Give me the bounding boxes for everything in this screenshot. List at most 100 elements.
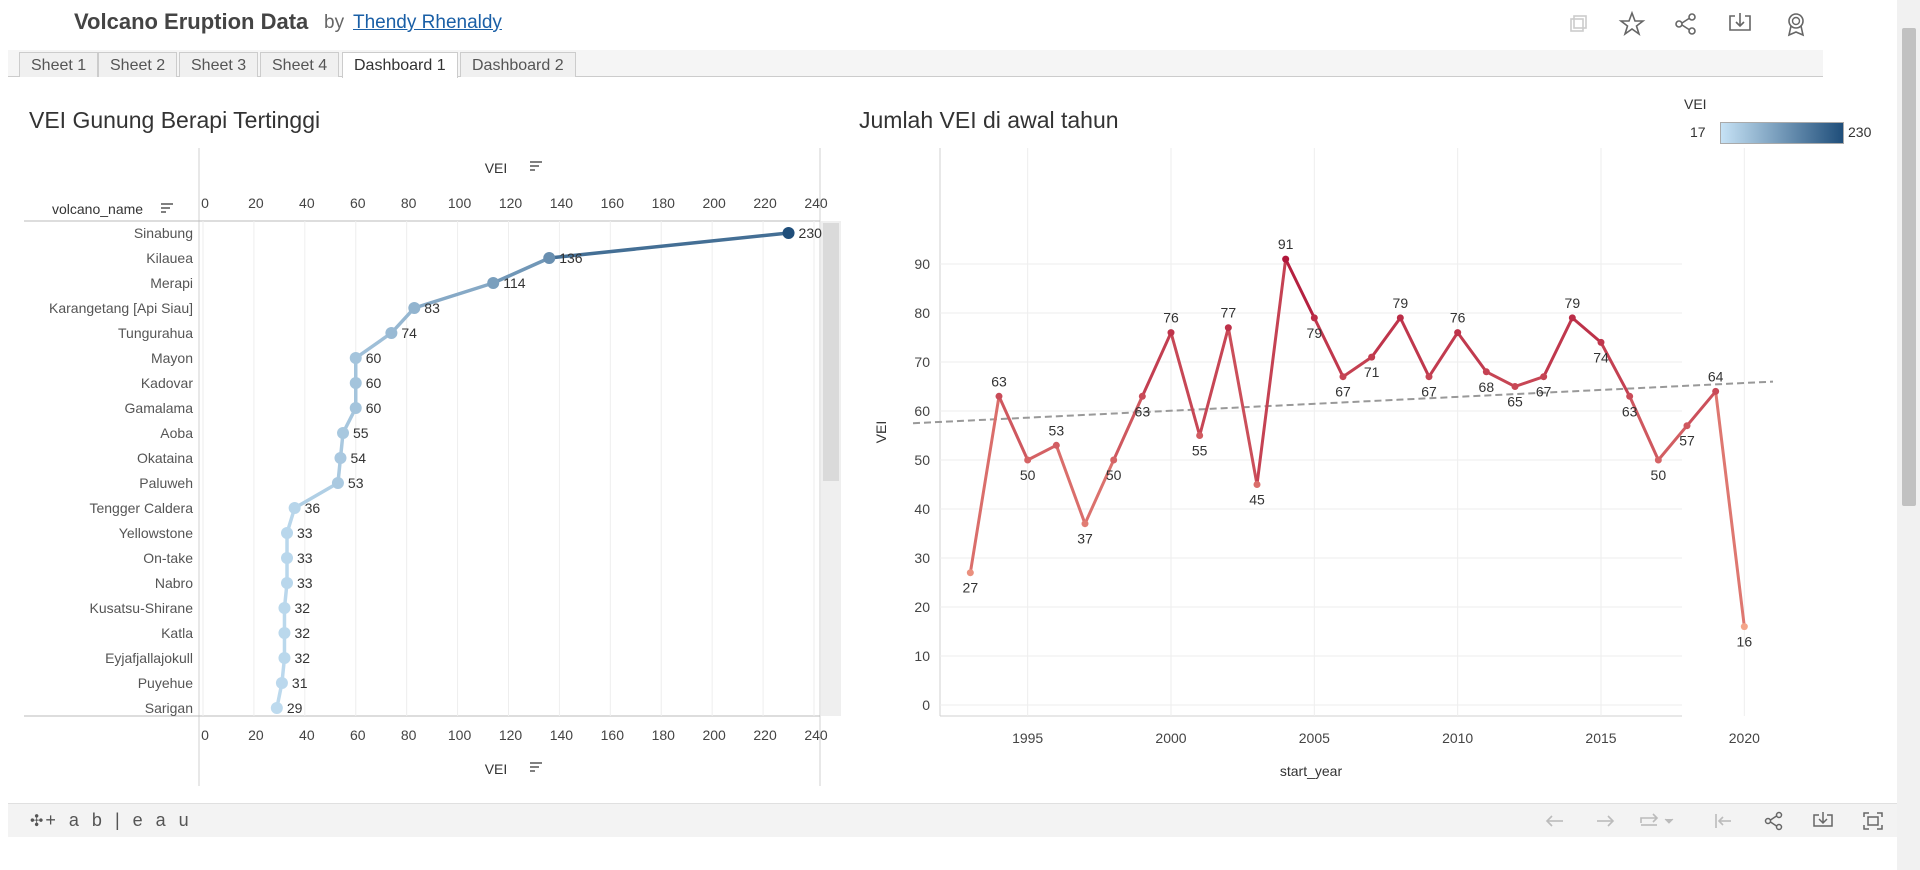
share-icon[interactable] (1672, 10, 1700, 38)
data-point (1052, 441, 1060, 449)
x-tick-label-top: 120 (499, 195, 523, 211)
dashboard: VEI Gunung Berapi Tertinggi Jumlah VEI d… (8, 78, 1888, 800)
download-icon[interactable] (1811, 810, 1835, 832)
x-tick-label: 2010 (1442, 730, 1473, 746)
data-point (995, 392, 1003, 400)
data-point (1167, 329, 1175, 337)
tab-dashboard-2[interactable]: Dashboard 2 (460, 52, 576, 77)
star-icon[interactable] (1618, 10, 1646, 38)
color-legend[interactable]: VEI 17 230 (1684, 92, 1884, 152)
legend-min-label: 17 (1690, 124, 1706, 140)
legend-title: VEI (1684, 96, 1707, 112)
data-point (1282, 255, 1290, 263)
sort-icon[interactable] (530, 161, 542, 171)
line-segment (1427, 331, 1460, 379)
x-axis-title-bottom: VEI (485, 761, 508, 777)
tab-sheet-2[interactable]: Sheet 2 (98, 52, 178, 77)
line-segment (997, 394, 1030, 462)
tab-sheet-3[interactable]: Sheet 3 (179, 52, 259, 77)
y-tick-label: 40 (914, 501, 930, 517)
bottom-toolbar: ✣ + a b | e a u (8, 803, 1913, 837)
data-point (278, 652, 291, 664)
tab-sheet-4[interactable]: Sheet 4 (260, 52, 340, 77)
tableau-logo[interactable]: ✣ + a b | e a u (30, 810, 193, 831)
data-label: 50 (1651, 467, 1667, 483)
row-header-label: volcano_name (52, 201, 143, 217)
y-tick-label: 0 (922, 697, 930, 713)
copy-icon[interactable] (1564, 10, 1592, 38)
volcano-name-label: Aoba (160, 425, 193, 441)
data-point (1740, 623, 1748, 631)
undo-icon[interactable] (1543, 810, 1567, 832)
reset-icon[interactable] (1711, 810, 1735, 832)
data-label: 77 (1221, 305, 1237, 321)
data-label: 60 (366, 400, 382, 416)
line-segment (968, 394, 1001, 575)
data-point (334, 452, 347, 464)
fullscreen-icon[interactable] (1861, 810, 1885, 832)
x-tick-label-top: 220 (753, 195, 777, 211)
data-point (385, 327, 398, 339)
x-tick-label: 2000 (1155, 730, 1186, 746)
data-point (1482, 368, 1490, 376)
data-label: 67 (1335, 384, 1351, 400)
x-tick-label: 2005 (1299, 730, 1330, 746)
share-icon[interactable] (1762, 810, 1786, 832)
x-tick-label: 2020 (1729, 730, 1760, 746)
volcano-vei-chart[interactable]: volcano_name VEI VEI 0 0 20 20 40 40 60 60 80 80 1… (8, 78, 848, 788)
download-icon[interactable] (1726, 10, 1754, 38)
volcano-name-label: Paluweh (139, 475, 193, 491)
data-point (275, 677, 288, 689)
data-point (1454, 329, 1462, 337)
data-point (1368, 353, 1376, 361)
data-label: 64 (1708, 368, 1724, 384)
y-axis-title: VEI (873, 421, 889, 444)
viz-by-label: by (324, 12, 345, 33)
data-point (1024, 456, 1032, 464)
redo-icon[interactable] (1593, 810, 1617, 832)
volcano-name-label: Puyehue (138, 675, 193, 691)
data-label: 60 (366, 375, 382, 391)
data-label: 114 (503, 275, 526, 291)
data-label: 74 (401, 325, 417, 341)
y-tick-label: 80 (914, 305, 930, 321)
data-label: 32 (294, 625, 310, 641)
y-tick-label: 70 (914, 354, 930, 370)
sort-icon[interactable] (161, 203, 173, 213)
data-point (1310, 314, 1318, 322)
x-tick-label-top: 20 (248, 195, 264, 211)
data-point (349, 377, 362, 389)
badge-icon[interactable] (1782, 10, 1810, 38)
tab-sheet-1[interactable]: Sheet 1 (19, 52, 99, 77)
data-label: 16 (1737, 634, 1753, 650)
data-point (1196, 432, 1204, 439)
volcano-name-label: Sinabung (134, 225, 193, 241)
x-tick-label: 2015 (1585, 730, 1616, 746)
revert-icon[interactable] (1637, 810, 1677, 832)
data-point (1396, 314, 1404, 322)
volcano-name-label: Kadovar (141, 375, 193, 391)
sort-icon[interactable] (530, 762, 542, 772)
tableau-logo-icon: ✣ (30, 813, 44, 830)
data-label: 91 (1278, 236, 1294, 252)
line-segment (1570, 316, 1603, 344)
data-label: 33 (297, 525, 313, 541)
author-link[interactable]: Thendy Rhenaldy (353, 12, 502, 34)
line-segment (1198, 326, 1230, 437)
data-label: 63 (991, 373, 1007, 389)
x-tick-label-bottom: 200 (702, 727, 726, 743)
line-segment (1284, 257, 1316, 320)
volcano-name-label: Mayon (151, 350, 193, 366)
volcano-name-label: Nabro (155, 575, 193, 591)
x-tick-label-top: 180 (652, 195, 676, 211)
line-segment (1026, 443, 1058, 462)
line-segment (1456, 331, 1488, 374)
x-tick-label-bottom: 100 (448, 727, 472, 743)
tab-dashboard-1[interactable]: Dashboard 1 (342, 52, 458, 78)
data-label: 76 (1450, 310, 1466, 326)
volcano-name-label: Yellowstone (119, 525, 193, 541)
page-scrollbar-thumb[interactable] (1902, 28, 1916, 506)
data-label: 79 (1393, 295, 1409, 311)
data-label: 27 (963, 580, 979, 596)
vei-by-year-chart[interactable]: 0 10 20 30 40 50 60 70 80 90 1995 2000 2005 2010 2015 2… (838, 78, 1838, 788)
